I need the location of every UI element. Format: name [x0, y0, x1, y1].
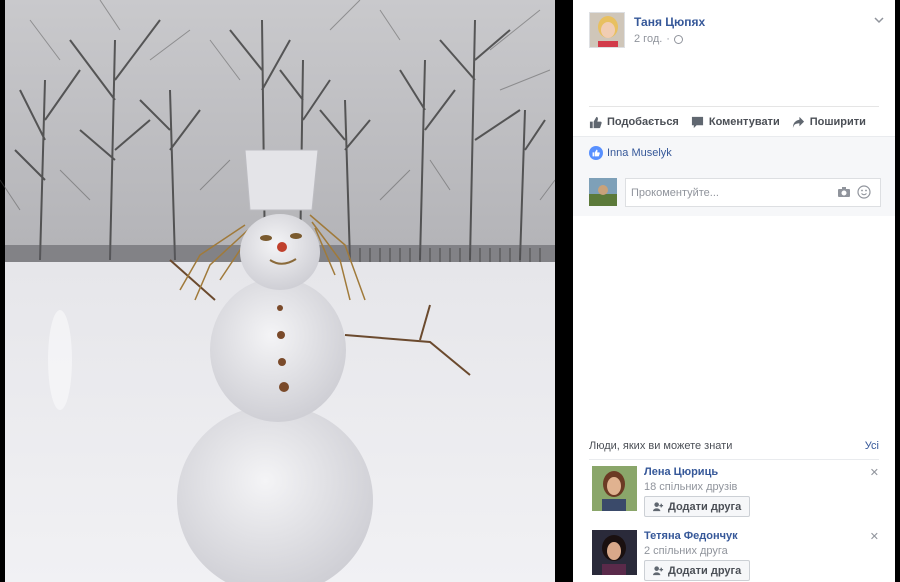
thumbs-up-icon: [589, 116, 602, 128]
person-photo[interactable]: [592, 530, 637, 575]
camera-icon[interactable]: [837, 185, 851, 199]
chevron-down-icon[interactable]: [873, 14, 885, 26]
pymk-person: Тетяна Федончук 2 спільних друга Додати …: [589, 530, 879, 582]
comment-label: Коментувати: [708, 116, 780, 128]
people-you-may-know: Люди, яких ви можете знати Усі Лена Цюри…: [589, 440, 879, 582]
author-avatar[interactable]: [589, 12, 625, 48]
add-friend-label: Додати друга: [668, 500, 742, 513]
person-name[interactable]: Тетяна Федончук: [644, 530, 738, 542]
pymk-header: Люди, яких ви можете знати Усі: [589, 440, 879, 460]
mutual-friends[interactable]: 2 спільних друга: [644, 545, 728, 557]
post-header: Таня Цюпях 2 год. ·: [589, 12, 885, 52]
post-time[interactable]: 2 год.: [634, 33, 662, 45]
comments-section: Inna Muselyk: [573, 136, 895, 216]
mutual-friends[interactable]: 18 спільних друзів: [644, 481, 737, 493]
divider: [589, 106, 879, 107]
add-friend-button[interactable]: Додати друга: [644, 560, 751, 581]
comment-tools: [837, 185, 871, 199]
see-all-link[interactable]: Усі: [865, 440, 879, 459]
viewer-avatar: [589, 178, 617, 206]
pymk-title: Люди, яких ви можете знати: [589, 440, 733, 452]
like-button[interactable]: Подобається: [589, 116, 679, 129]
right-border: [895, 0, 900, 582]
comment-icon: [691, 116, 703, 128]
post-photo: [0, 0, 573, 582]
globe-icon: [673, 34, 683, 44]
emoji-icon[interactable]: [857, 185, 871, 199]
like-label: Подобається: [607, 116, 679, 128]
person-name[interactable]: Лена Цюриць: [644, 466, 718, 478]
like-badge-icon: [589, 146, 603, 160]
likes-summary[interactable]: Inna Muselyk: [589, 146, 672, 160]
post-side-panel: Таня Цюпях 2 год. · Подобається Коментув…: [573, 0, 895, 582]
close-icon[interactable]: ✕: [870, 530, 879, 543]
person-photo[interactable]: [592, 466, 637, 511]
add-friend-button[interactable]: Додати друга: [644, 496, 751, 517]
add-friend-label: Додати друга: [668, 564, 742, 577]
share-label: Поширити: [809, 116, 866, 128]
post-actions: Подобається Коментувати Поширити: [589, 112, 879, 132]
add-friend-icon: [653, 566, 664, 576]
add-friend-icon: [653, 502, 664, 512]
pymk-person: Лена Цюриць 18 спільних друзів Додати др…: [589, 466, 879, 524]
comment-button[interactable]: Коментувати: [691, 116, 780, 129]
author-name[interactable]: Таня Цюпях: [634, 15, 705, 29]
share-button[interactable]: Поширити: [792, 116, 866, 129]
post-meta: 2 год. ·: [634, 33, 683, 45]
likers-names[interactable]: Inna Muselyk: [607, 147, 672, 159]
share-arrow-icon: [792, 116, 804, 128]
close-icon[interactable]: ✕: [870, 466, 879, 479]
